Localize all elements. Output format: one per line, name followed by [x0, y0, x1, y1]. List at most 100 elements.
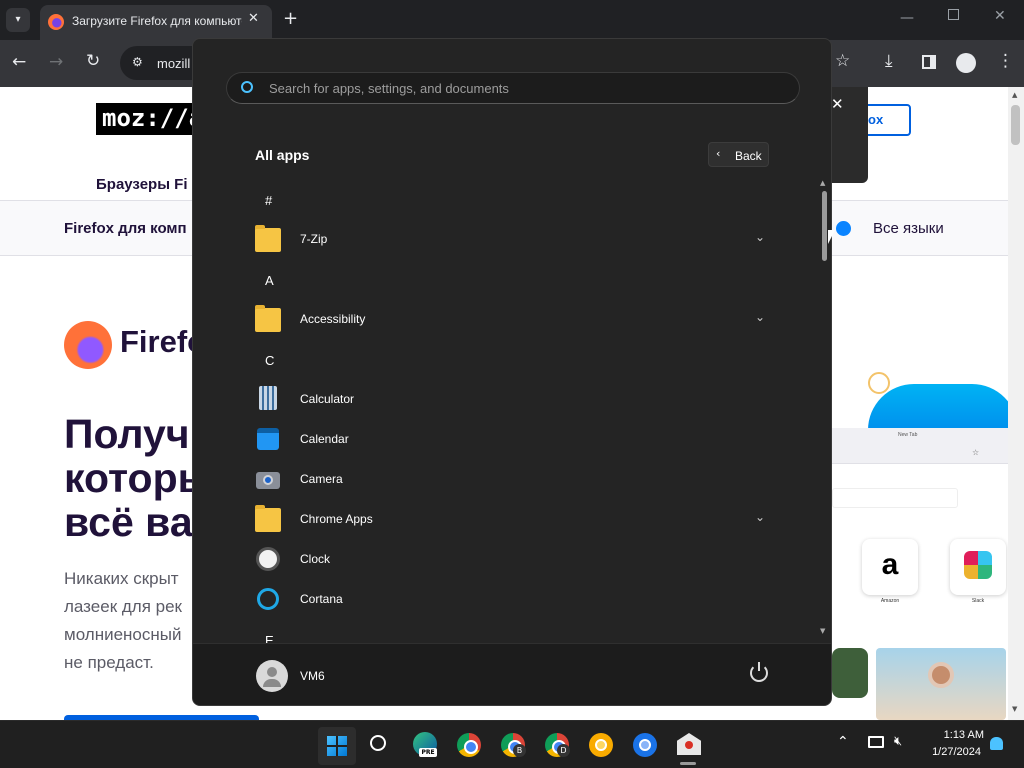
chevron-left-icon: ‹: [716, 147, 721, 160]
window-close-button[interactable]: ✕: [994, 8, 1006, 24]
download-icon[interactable]: ⤓: [885, 51, 893, 71]
app-item-camera[interactable]: Camera: [255, 460, 775, 500]
scroll-up-arrow[interactable]: ▲: [1012, 91, 1017, 99]
chevron-down-icon[interactable]: ⌄: [755, 310, 765, 324]
chrome-d-badge: D: [557, 744, 570, 757]
side-panel-icon[interactable]: [922, 55, 936, 69]
folder-icon: [255, 505, 281, 532]
power-icon-line: [758, 662, 760, 671]
user-body: [263, 679, 281, 687]
new-tab-button[interactable]: +: [283, 8, 298, 29]
popup-close-icon[interactable]: ✕: [831, 95, 844, 113]
search-icon: [241, 81, 253, 93]
scroll-thumb[interactable]: [822, 191, 827, 261]
mozilla-logo-text: moz://a: [102, 104, 204, 132]
tab-close-icon[interactable]: ✕: [248, 11, 259, 26]
mock-browser-window: New Tab ☆: [832, 428, 1024, 464]
app-item-accessibility[interactable]: Accessibility ⌄: [255, 300, 775, 340]
network-icon[interactable]: [868, 736, 884, 748]
tab-search-button[interactable]: ▾: [6, 8, 30, 32]
profile-icon[interactable]: [956, 53, 976, 73]
chrome-b-icon[interactable]: B: [501, 733, 526, 757]
window-maximize-button[interactable]: [948, 9, 959, 20]
active-app-indicator: [680, 762, 696, 765]
scroll-thumb[interactable]: [1011, 105, 1020, 145]
group-letter[interactable]: E: [265, 633, 274, 643]
decor-wave: [868, 384, 1018, 430]
group-letter[interactable]: #: [265, 193, 272, 208]
app-item-cortana[interactable]: Cortana: [255, 580, 775, 620]
app-item-label: Calendar: [300, 432, 349, 446]
app-item-clock[interactable]: Clock: [255, 540, 775, 580]
search-placeholder: Search for apps, settings, and documents: [269, 81, 509, 96]
address-text: mozill: [157, 56, 191, 71]
forward-arrow-icon[interactable]: →: [49, 52, 63, 72]
user-avatar[interactable]: [256, 660, 288, 692]
group-letter[interactable]: A: [265, 273, 274, 288]
scroll-down-arrow[interactable]: ▼: [1012, 705, 1017, 713]
tab-title: Загрузите Firefox для компьютера: [72, 14, 242, 28]
recycle-box-icon[interactable]: [677, 733, 701, 755]
canary-center: [595, 739, 607, 751]
recycle-box-mark: [685, 741, 693, 749]
scroll-up-arrow[interactable]: ▲: [820, 179, 825, 187]
slack-icon: [964, 551, 992, 579]
hero-heading: Получ которы всё ва: [64, 412, 213, 544]
back-button[interactable]: ‹ Back: [708, 142, 769, 167]
all-languages-link[interactable]: Все языки: [873, 220, 944, 237]
start-search-box[interactable]: Search for apps, settings, and documents: [226, 72, 800, 104]
site-info-icon[interactable]: ⚙: [132, 55, 143, 69]
windows-start-icon[interactable]: [318, 727, 356, 765]
windows-logo: [327, 736, 347, 756]
app-item-label: Accessibility: [300, 312, 366, 326]
firefox-logo-icon: [64, 321, 112, 369]
decor-clock: [928, 662, 954, 688]
app-item-calendar[interactable]: Calendar: [255, 420, 775, 460]
user-name[interactable]: VM6: [300, 669, 325, 683]
scroll-down-arrow[interactable]: ▼: [820, 627, 825, 635]
slack-tile: [950, 539, 1006, 595]
nav-item-browsers[interactable]: Браузеры Fi: [96, 176, 188, 193]
calculator-icon: [259, 386, 277, 410]
mouse-cursor-icon: [828, 230, 835, 244]
chrome-icon[interactable]: [457, 733, 481, 757]
language-globe-icon[interactable]: [836, 221, 851, 236]
chrome-b-badge: B: [513, 744, 526, 757]
beta-center: [639, 739, 651, 751]
window-minimize-button[interactable]: —: [900, 10, 914, 26]
power-icon[interactable]: [750, 662, 768, 682]
chevron-up-icon[interactable]: ⌃: [837, 734, 849, 750]
hero-heading-line: всё ва: [64, 499, 193, 545]
bookmark-star-icon[interactable]: ☆: [835, 51, 850, 71]
hero-illustration: New Tab ☆ a Amazon Slack: [832, 342, 1024, 720]
hero-body: Никаких скрыт лазеек для рек молниеносны…: [64, 565, 182, 677]
clock-date[interactable]: 1/27/2024: [920, 746, 981, 758]
app-item-7zip[interactable]: 7-Zip ⌄: [255, 220, 775, 260]
amazon-tile-label: Amazon: [880, 598, 900, 604]
group-letter[interactable]: C: [265, 353, 274, 368]
taskbar-search-icon[interactable]: [370, 735, 386, 751]
reload-icon[interactable]: ↻: [86, 51, 100, 71]
menu-kebab-icon[interactable]: ⋮: [997, 51, 1014, 71]
hero-heading-line: Получ: [64, 411, 190, 457]
back-arrow-icon[interactable]: ←: [12, 52, 26, 72]
browser-tab[interactable]: Загрузите Firefox для компьютера ✕: [40, 5, 272, 40]
app-item-chrome-apps[interactable]: Chrome Apps ⌄: [255, 500, 775, 540]
chevron-down-icon[interactable]: ⌄: [755, 230, 765, 244]
chrome-canary-icon[interactable]: [589, 733, 613, 757]
amazon-tile: a: [862, 539, 918, 595]
chrome-beta-icon[interactable]: [633, 733, 657, 757]
clock-time[interactable]: 1:13 AM: [920, 729, 984, 741]
chevron-down-icon[interactable]: ⌄: [755, 510, 765, 524]
download-button-label: ox: [868, 112, 884, 127]
app-item-calculator[interactable]: Calculator: [255, 380, 775, 420]
app-list-scrollbar[interactable]: ▲ ▼: [819, 179, 831, 643]
page-scrollbar[interactable]: ▲ ▼: [1008, 87, 1024, 720]
volume-muted-icon[interactable]: 🔇︎: [894, 734, 902, 749]
edge-preview-icon[interactable]: PRE: [413, 732, 437, 757]
all-apps-title: All apps: [255, 147, 310, 163]
chrome-d-icon[interactable]: D: [545, 733, 570, 757]
notification-bell-icon[interactable]: [990, 737, 1003, 750]
cortana-icon: [257, 588, 279, 610]
hero-body-line: Никаких скрыт: [64, 569, 179, 588]
